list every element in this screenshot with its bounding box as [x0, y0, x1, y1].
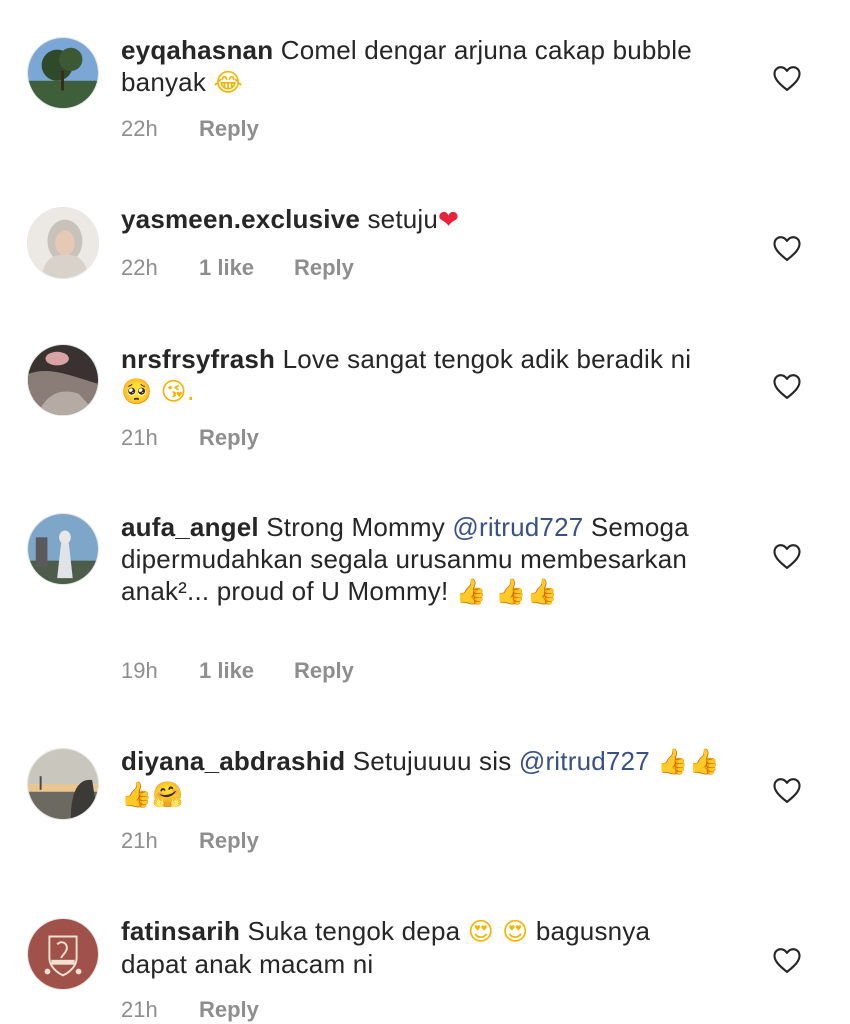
comment-time: 21h	[121, 828, 158, 853]
red-heart-emoji-icon: ❤	[438, 205, 460, 234]
reply-button[interactable]: Reply	[199, 116, 259, 142]
comment-text: Suka tengok depa	[247, 916, 461, 946]
heart-outline-icon[interactable]	[772, 64, 802, 92]
mention-link[interactable]: @ritrud727	[519, 746, 650, 776]
thumbs-up-emoji-icon: 👍 👍👍	[455, 577, 558, 606]
comment-time: 22h	[121, 255, 158, 280]
avatar[interactable]	[27, 207, 99, 279]
reply-button[interactable]: Reply	[199, 425, 259, 451]
heart-eyes-emoji-icon: 😍 😍	[467, 917, 529, 946]
reply-button[interactable]: Reply	[199, 997, 259, 1023]
reply-button[interactable]: Reply	[294, 658, 354, 684]
comment-likes[interactable]: 1 like	[199, 255, 294, 281]
comment-text: setuju	[367, 204, 439, 234]
pleading-face-emoji-icon: 🥺 😘.	[121, 377, 195, 406]
comment-username[interactable]: eyqahasnan	[121, 35, 273, 65]
comment-text: Strong Mommy	[266, 512, 445, 542]
comment-time: 21h	[121, 997, 158, 1022]
avatar[interactable]	[27, 748, 99, 820]
comment-time: 19h	[121, 658, 158, 683]
comment-time: 21h	[121, 425, 158, 450]
comment-text: Love sangat tengok adik beradik ni	[282, 344, 692, 374]
heart-outline-icon[interactable]	[772, 776, 802, 804]
heart-outline-icon[interactable]	[772, 542, 802, 570]
heart-outline-icon[interactable]	[772, 946, 802, 974]
comment-username[interactable]: diyana_abdrashid	[121, 746, 345, 776]
reply-button[interactable]: Reply	[199, 828, 259, 854]
comment-text: Setujuuuu sis	[352, 746, 512, 776]
comment-username[interactable]: fatinsarih	[121, 916, 240, 946]
heart-outline-icon[interactable]	[772, 372, 802, 400]
avatar[interactable]	[27, 513, 99, 585]
heart-outline-icon[interactable]	[772, 234, 802, 262]
avatar[interactable]	[27, 37, 99, 109]
comment-likes[interactable]: 1 like	[199, 658, 294, 684]
comment-time: 22h	[121, 116, 158, 141]
avatar[interactable]	[27, 918, 99, 990]
reply-button[interactable]: Reply	[294, 255, 354, 281]
avatar[interactable]	[27, 344, 99, 416]
laughing-emoji-icon: 😂	[213, 68, 243, 97]
comment-username[interactable]: yasmeen.exclusive	[121, 204, 360, 234]
comment-username[interactable]: nrsfrsyfrash	[121, 344, 275, 374]
mention-link[interactable]: @ritrud727	[452, 512, 583, 542]
comment-username[interactable]: aufa_angel	[121, 512, 259, 542]
